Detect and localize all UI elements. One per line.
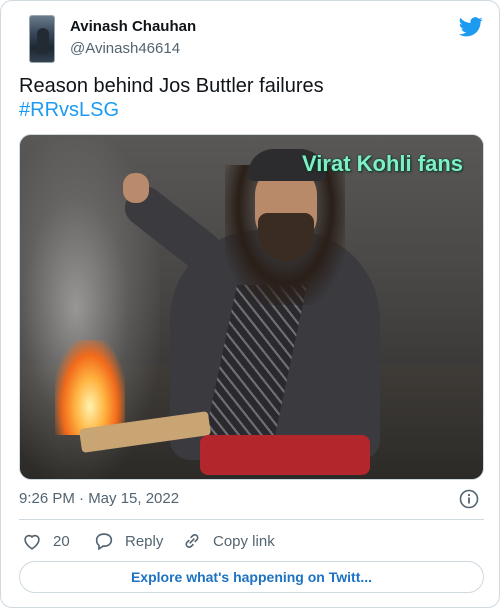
tweet-card: Avinash Chauhan @Avinash46614 Reason beh… — [0, 0, 500, 608]
reply-label: Reply — [125, 532, 164, 550]
divider — [19, 519, 484, 520]
author-handle[interactable]: @Avinash46614 — [70, 40, 180, 57]
image-caption: Virat Kohli fans — [302, 151, 463, 176]
twitter-bird-icon[interactable] — [459, 17, 483, 37]
info-icon[interactable] — [459, 489, 479, 509]
avatar[interactable] — [29, 15, 55, 63]
tweet-image[interactable]: Virat Kohli fans — [19, 134, 484, 480]
tweet-timestamp[interactable]: 9:26 PM · May 15, 2022 — [19, 490, 179, 507]
tweet-actions: 20 Reply Copy link — [19, 529, 484, 553]
hashtag-link[interactable]: #RRvsLSG — [19, 98, 324, 122]
heart-icon — [24, 534, 40, 550]
link-icon — [185, 534, 199, 548]
copy-link-label: Copy link — [213, 532, 275, 550]
like-button[interactable]: 20 — [21, 529, 70, 553]
author-name[interactable]: Avinash Chauhan — [70, 18, 196, 35]
tweet-body: Reason behind Jos Buttler failures — [19, 75, 324, 97]
explore-button[interactable]: Explore what's happening on Twitt... — [19, 561, 484, 593]
reply-button[interactable]: Reply — [93, 529, 163, 553]
tweet-text: Reason behind Jos Buttler failures #RRvs… — [19, 74, 324, 122]
speech-bubble-icon — [95, 533, 113, 551]
copy-link-button[interactable]: Copy link — [181, 529, 275, 553]
like-count: 20 — [53, 532, 70, 550]
tweet-header: Avinash Chauhan @Avinash46614 — [19, 13, 485, 65]
